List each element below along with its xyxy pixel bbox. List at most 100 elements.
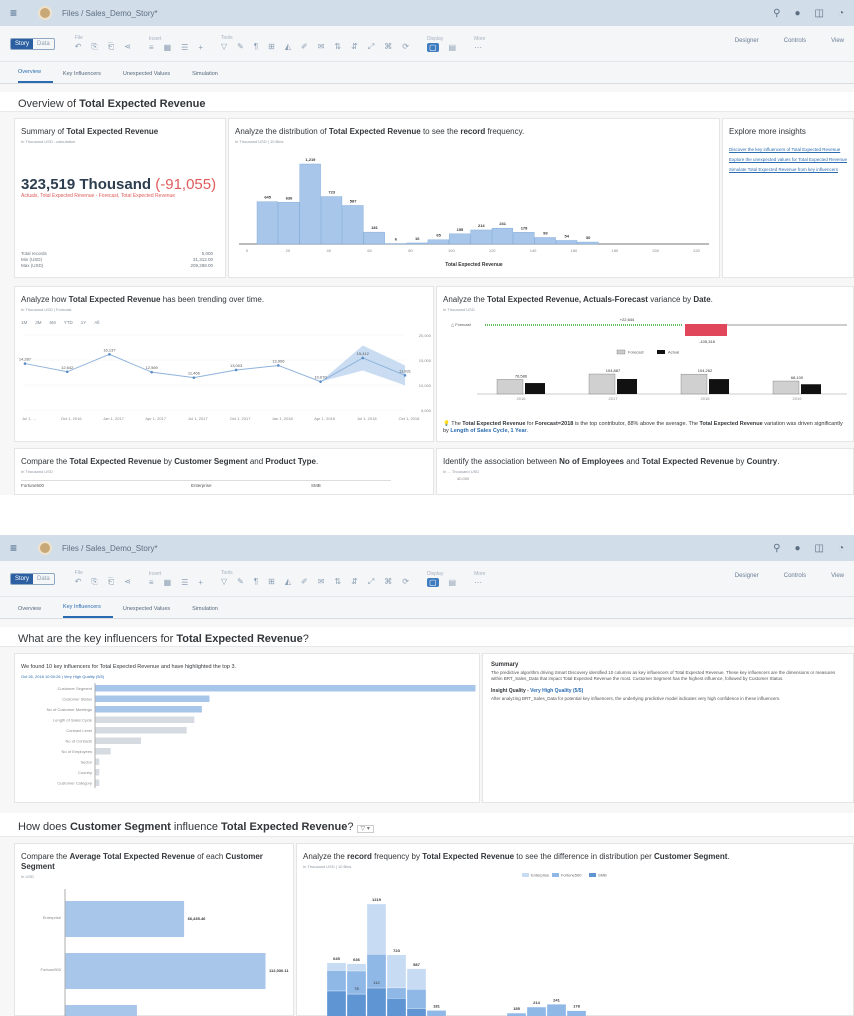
tab-unexpected-values[interactable]: Unexpected Values	[123, 606, 182, 618]
ki-category-label: Contract Level	[66, 728, 92, 733]
ki-bar	[95, 706, 202, 713]
ki-title: We found 10 key influencers for Total Ex…	[21, 664, 237, 670]
avatar[interactable]	[38, 6, 52, 20]
tab-overview[interactable]: Overview	[18, 69, 53, 83]
chart-icon[interactable]: ◭	[285, 577, 291, 587]
controls-button[interactable]: Controls	[784, 38, 806, 44]
ki-category-label: Sector	[80, 760, 92, 765]
dist-xtick: 200	[652, 248, 659, 253]
paste-icon[interactable]: ⎗	[108, 577, 114, 587]
dist-data-label: 723	[328, 190, 335, 195]
breadcrumb[interactable]: Files / Sales_Demo_Story*	[62, 544, 158, 553]
more-icon[interactable]: ⋯	[474, 43, 482, 52]
dist-bar	[342, 205, 364, 245]
grid-icon[interactable]: ⊞	[268, 42, 275, 52]
edit-icon[interactable]: ✐	[301, 577, 308, 587]
dist-xtick: 160	[571, 248, 578, 253]
rank-icon[interactable]: ⇵	[351, 577, 358, 587]
canvas-icon[interactable]: ▢	[426, 42, 439, 52]
notifications-icon[interactable]: ●	[794, 8, 800, 19]
list-icon[interactable]: ☰	[181, 578, 188, 587]
tab-key-influencers[interactable]: Key Influencers	[62, 604, 113, 618]
undo-icon[interactable]: ↶	[75, 42, 82, 52]
tab-overview[interactable]: Overview	[18, 606, 53, 618]
edit-icon[interactable]: ✐	[301, 42, 308, 52]
search-icon[interactable]: ⚲	[773, 543, 780, 554]
tab-simulation[interactable]: Simulation	[192, 71, 230, 83]
refresh-icon[interactable]: ⟳	[402, 577, 409, 587]
link-simulate[interactable]: Simulate Total Expected Revenue from key…	[723, 165, 853, 175]
designer-button[interactable]: Designer	[735, 573, 759, 579]
table-icon[interactable]: ▦	[164, 43, 172, 52]
view-button[interactable]: View	[831, 573, 844, 579]
breadcrumb[interactable]: Files / Sales_Demo_Story*	[62, 9, 158, 18]
drill-icon[interactable]: ⤢	[368, 42, 374, 52]
story-toggle[interactable]: Story	[11, 573, 34, 584]
text-icon[interactable]: ≡	[149, 578, 154, 587]
story-data-toggle[interactable]: Story Data	[10, 37, 55, 50]
bookmark-icon[interactable]: ⌘	[384, 577, 392, 587]
insight-quality-title: Insight Quality - Very High Quality (5/5…	[491, 688, 584, 694]
menu-icon[interactable]: ≡	[10, 6, 28, 20]
tab-simulation[interactable]: Simulation	[192, 606, 230, 618]
brush-icon[interactable]: ✎	[237, 577, 244, 587]
link-key-influencers[interactable]: Discover the key influencers of Total Ex…	[723, 145, 853, 155]
chat-icon[interactable]: ◫	[815, 8, 824, 19]
comment-icon[interactable]: ✉	[318, 577, 325, 587]
ki-category-label: Length of Sales Cycle	[53, 718, 93, 723]
quality-link[interactable]: Very High Quality (5/5)	[530, 688, 583, 694]
list-icon[interactable]: ☰	[181, 43, 188, 52]
key-influencers-card: We found 10 key influencers for Total Ex…	[14, 653, 480, 803]
ki-bar	[95, 737, 142, 744]
chat-icon[interactable]: ◫	[815, 543, 824, 554]
data-toggle[interactable]: Data	[33, 574, 54, 584]
chart-icon[interactable]: ◭	[285, 42, 291, 52]
layout-icon[interactable]: ▤	[449, 578, 457, 587]
grid-icon[interactable]: ⊞	[268, 577, 275, 587]
help-icon[interactable]: ◔	[838, 8, 844, 19]
canvas-icon[interactable]: ▢	[426, 577, 439, 587]
filter-dropdown[interactable]: ▽ ▾	[356, 825, 374, 833]
avatar[interactable]	[38, 541, 52, 555]
paste-icon[interactable]: ⎗	[108, 42, 114, 52]
tab-key-influencers[interactable]: Key Influencers	[63, 71, 113, 83]
copy-icon[interactable]: ⎘	[91, 42, 97, 52]
ki-bar	[95, 716, 195, 723]
menu-icon[interactable]: ≡	[10, 541, 28, 555]
bookmark-icon[interactable]: ⌘	[384, 42, 392, 52]
search-icon[interactable]: ⚲	[773, 8, 780, 19]
copy-icon[interactable]: ⎘	[91, 577, 97, 587]
view-button[interactable]: View	[831, 38, 844, 44]
filter-icon[interactable]: ▽	[221, 577, 227, 587]
layout-icon[interactable]: ▤	[449, 43, 457, 52]
drill-icon[interactable]: ⤢	[368, 577, 374, 587]
sort-icon[interactable]: ⇅	[334, 577, 341, 587]
filter-icon[interactable]: ▽	[221, 42, 227, 52]
table-icon[interactable]: ▦	[164, 578, 172, 587]
controls-button[interactable]: Controls	[784, 573, 806, 579]
add-icon[interactable]: +	[198, 43, 203, 52]
share-icon[interactable]: ⋖	[124, 577, 131, 587]
text-icon[interactable]: ≡	[149, 43, 154, 52]
refresh-icon[interactable]: ⟳	[402, 42, 409, 52]
story-data-toggle[interactable]: Story Data	[10, 572, 55, 585]
sort-icon[interactable]: ⇅	[334, 42, 341, 52]
help-icon[interactable]: ◔	[838, 543, 844, 554]
comment-icon[interactable]: ✉	[318, 42, 325, 52]
undo-icon[interactable]: ↶	[75, 577, 82, 587]
dist-data-label: 178	[521, 225, 528, 230]
add-icon[interactable]: +	[198, 578, 203, 587]
format-icon[interactable]: ¶	[254, 42, 258, 52]
designer-button[interactable]: Designer	[735, 38, 759, 44]
association-ytick: 40,000	[457, 476, 470, 481]
format-icon[interactable]: ¶	[254, 577, 258, 587]
share-icon[interactable]: ⋖	[124, 42, 131, 52]
brush-icon[interactable]: ✎	[237, 42, 244, 52]
tab-unexpected-values[interactable]: Unexpected Values	[123, 71, 182, 83]
rank-icon[interactable]: ⇵	[351, 42, 358, 52]
notifications-icon[interactable]: ●	[794, 543, 800, 554]
link-unexpected-values[interactable]: Explore the unexpected values for Total …	[723, 155, 853, 165]
story-toggle[interactable]: Story	[11, 38, 34, 49]
data-toggle[interactable]: Data	[33, 39, 54, 49]
more-icon[interactable]: ⋯	[474, 578, 482, 587]
